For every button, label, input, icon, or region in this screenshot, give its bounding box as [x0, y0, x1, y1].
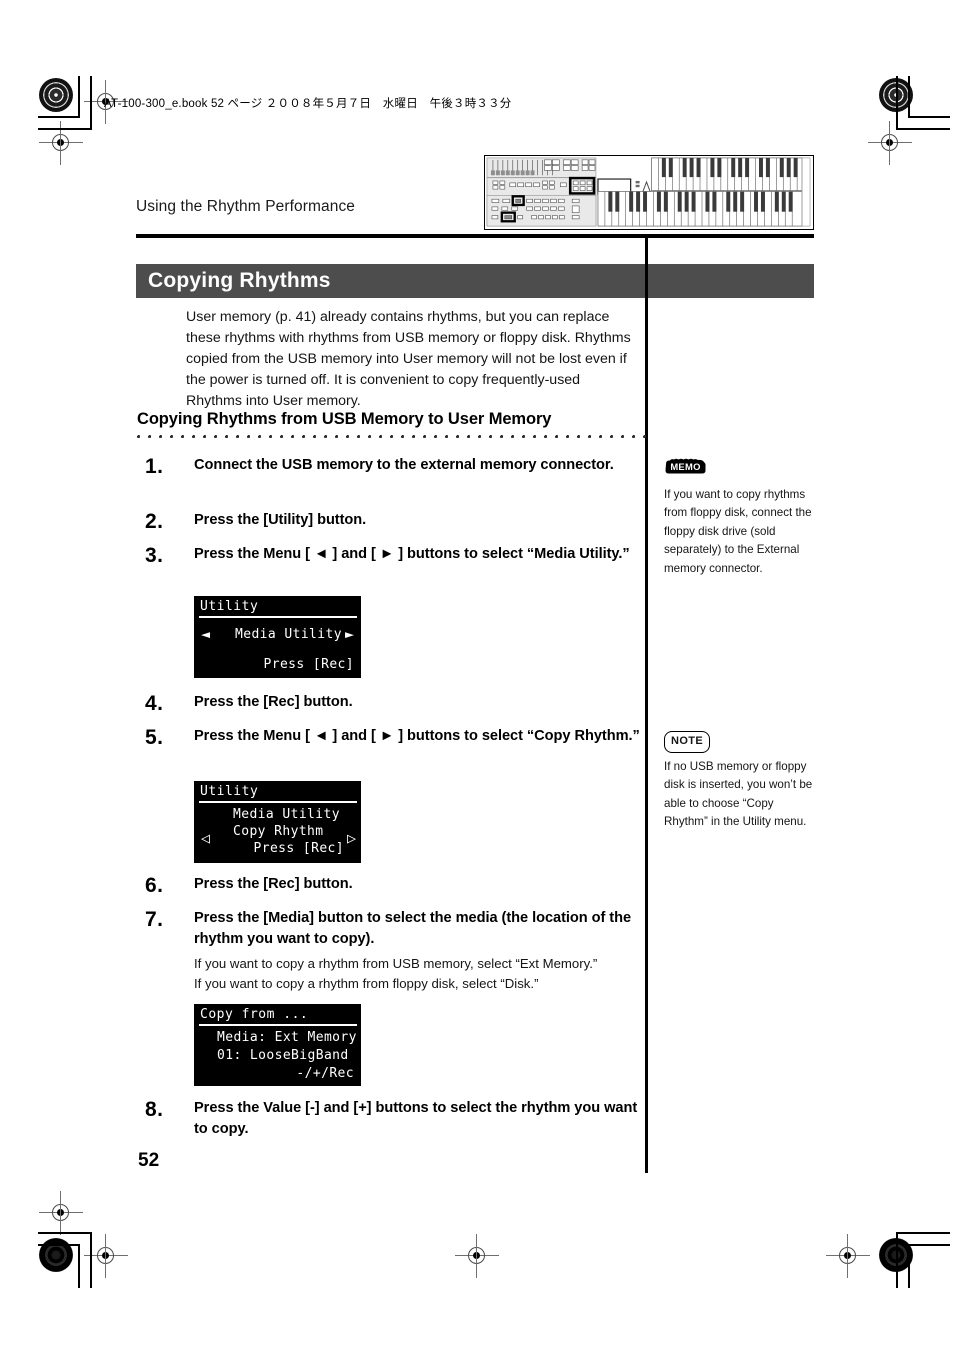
lcd-screen-copy-rhythm: Utility Media Utility Copy Rhythm ◁ ▷ Pr… [194, 781, 361, 863]
memo-badge-icon: MEMO [664, 458, 708, 482]
registration-mark-bottom-left-outer [84, 1234, 128, 1278]
step-text: Press the Menu [ ◄ ] and [ ► ] buttons t… [194, 546, 630, 562]
registration-mark-bottom-left [39, 1191, 83, 1235]
step-item: 4. Press the [Rec] button. [145, 692, 645, 715]
lcd-title: Utility [200, 784, 259, 799]
lcd-right-arrow-icon: ► [344, 625, 354, 643]
lcd-selected-item: Media Utility [235, 627, 342, 642]
step-number: 1. [145, 455, 164, 478]
step-item: 1. Connect the USB memory to the externa… [145, 455, 645, 478]
step-detail-line: If you want to copy a rhythm from USB me… [194, 956, 598, 971]
registration-mark-left-upper [39, 121, 83, 165]
sidebar-caution-note: NOTE If no USB memory or floppy disk is … [664, 731, 816, 832]
step-number: 8. [145, 1098, 164, 1121]
step-detail-line: If you want to copy a rhythm from floppy… [194, 976, 539, 991]
step-item: 5. Press the Menu [ ◄ ] and [ ► ] button… [145, 726, 645, 749]
step-number: 5. [145, 726, 164, 749]
step-text: Press the [Media] button to select the m… [194, 910, 632, 947]
lcd-rhythm-value: 01: LooseBigBand [217, 1048, 349, 1063]
lcd-right-arrow-icon: ▷ [346, 829, 356, 847]
page-title: Copying Rhythms [148, 269, 331, 292]
lcd-left-arrow-icon: ◁ [201, 829, 211, 847]
step-text: Press the [Rec] button. [194, 694, 353, 710]
memo-text: If you want to copy rhythms from floppy … [664, 487, 812, 575]
lcd-line-1: Media Utility [233, 807, 340, 822]
crop-mark-bottom-right [860, 1218, 950, 1288]
step-item: 3. Press the Menu [ ◄ ] and [ ► ] button… [145, 544, 645, 567]
section-title-bar: Copying Rhythms [136, 264, 814, 298]
lcd-footer-prompt: -/+/Rec [296, 1066, 354, 1081]
page-number: 52 [138, 1150, 160, 1171]
step-text: Press the Value [-] and [+] buttons to s… [194, 1100, 638, 1137]
lcd-footer-prompt: Press [Rec] [263, 657, 354, 672]
section-intro-paragraph: User memory (p. 41) already contains rhy… [186, 309, 631, 409]
registration-color-patch-bottom-right [879, 1238, 913, 1272]
registration-color-patch-top-left [39, 78, 73, 112]
step-text: Connect the USB memory to the external m… [194, 457, 614, 473]
lcd-footer-prompt: Press [Rec] [253, 841, 344, 856]
sidebar-memo-note: MEMO If you want to copy rhythms from fl… [664, 458, 816, 578]
header-rule [136, 234, 814, 238]
step-number: 4. [145, 692, 164, 715]
lcd-screen-media-utility: Utility ◄ Media Utility ► Press [Rec] [194, 596, 361, 678]
note-text: If no USB memory or floppy disk is inser… [664, 759, 813, 829]
svg-text:MEMO: MEMO [670, 461, 700, 472]
step-text: Press the [Rec] button. [194, 876, 353, 892]
lcd-line-2: Copy Rhythm [233, 824, 324, 839]
registration-color-patch-top-right [879, 78, 913, 112]
lcd-title: Copy from ... [200, 1007, 309, 1022]
step-item: 6. Press the [Rec] button. [145, 874, 645, 897]
crop-mark-top-right [860, 76, 950, 142]
subsection-dotted-rule [137, 435, 647, 439]
step-item: 2. Press the [Utility] button. [145, 510, 645, 533]
step-number: 2. [145, 510, 164, 533]
step-text: Press the Menu [ ◄ ] and [ ► ] buttons t… [194, 728, 640, 744]
step-item: 8. Press the Value [-] and [+] buttons t… [145, 1098, 645, 1140]
organ-front-panel-illustration [484, 155, 814, 230]
step-number: 3. [145, 544, 164, 567]
registration-mark-bottom-center [455, 1234, 499, 1278]
step-number: 7. [145, 908, 164, 931]
note-badge-icon: NOTE [664, 731, 711, 753]
lcd-media-value: Media: Ext Memory [217, 1030, 357, 1045]
subsection-heading: Copying Rhythms from USB Memory to User … [137, 410, 552, 428]
registration-color-patch-bottom-left [39, 1238, 73, 1272]
step-item: 7. Press the [Media] button to select th… [145, 908, 645, 994]
crop-mark-bottom-left [38, 1218, 128, 1288]
running-head-chapter: Using the Rhythm Performance [136, 198, 356, 215]
step-number: 6. [145, 874, 164, 897]
column-divider [645, 238, 648, 1173]
lcd-screen-copy-from: Copy from ... Media: Ext Memory 01: Loos… [194, 1004, 361, 1086]
lcd-left-arrow-icon: ◄ [201, 625, 211, 643]
lcd-title: Utility [200, 599, 259, 614]
registration-mark-top-right [868, 121, 912, 165]
step-text: Press the [Utility] button. [194, 512, 367, 528]
print-file-header: AT-100-300_e.book 52 ページ ２００８年５月７日 水曜日 午… [104, 98, 512, 110]
registration-mark-bottom-right [826, 1234, 870, 1278]
